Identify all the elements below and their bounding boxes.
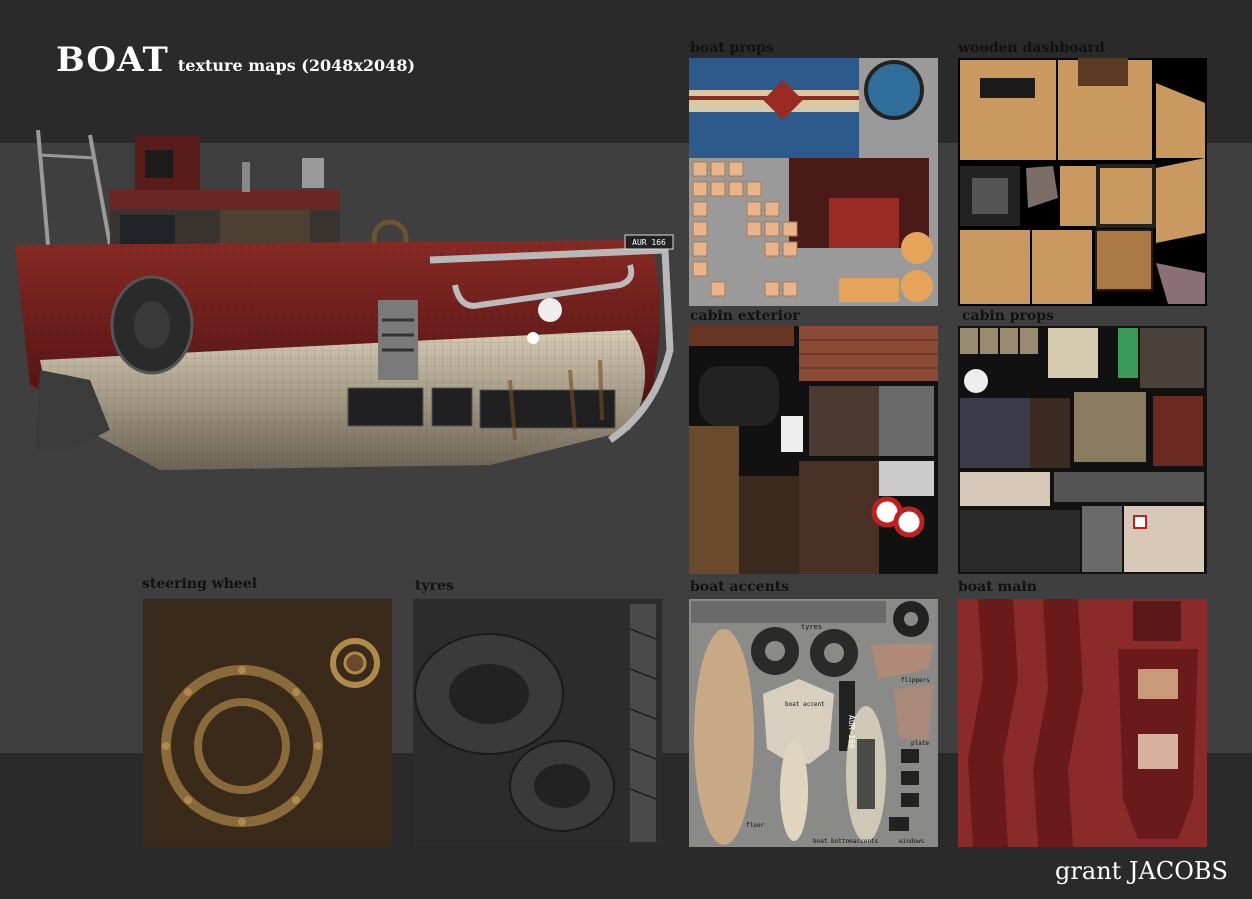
accent-text-floor: floor xyxy=(746,822,764,829)
label-boat-props: boat props xyxy=(690,40,774,56)
texture-boat-main xyxy=(958,599,1207,847)
accent-text-boat-accent: boat accent xyxy=(785,701,825,708)
label-cabin-props: cabin props xyxy=(962,308,1054,324)
texture-boat-props xyxy=(689,58,938,306)
label-boat-accents: boat accents xyxy=(690,579,790,595)
boat-render: AUR 166 xyxy=(15,129,674,470)
texture-boat-accents: tyres AUR 166 boat accent flippers plate… xyxy=(689,599,938,847)
accent-text-tyres: tyres xyxy=(801,623,822,631)
accent-text-boat-bottom: boat bottom xyxy=(813,838,853,845)
texture-tyres xyxy=(413,599,662,847)
label-wooden-dashboard: wooden dashboard xyxy=(958,40,1105,56)
page-title: BOAT texture maps (2048x2048) xyxy=(56,40,415,80)
accent-text-flippers: flippers xyxy=(901,677,930,684)
accent-text-plate-small: plate xyxy=(911,740,929,747)
title-sub: texture maps (2048x2048) xyxy=(177,56,416,75)
accent-text-plate: AUR 166 xyxy=(847,715,856,749)
boat-plate-text: AUR 166 xyxy=(632,238,666,247)
title-main: BOAT xyxy=(56,40,169,80)
author-credit: grant JACOBS xyxy=(1055,857,1228,885)
label-tyres: tyres xyxy=(415,578,454,594)
texture-wooden-dashboard xyxy=(958,58,1207,306)
label-boat-main: boat main xyxy=(958,579,1037,595)
label-cabin-exterior: cabin exterior xyxy=(690,308,800,324)
texture-cabin-exterior xyxy=(689,326,938,574)
texture-cabin-props xyxy=(958,326,1207,574)
accent-text-accents: accents xyxy=(853,838,879,845)
accent-text-windows: windows xyxy=(899,838,925,845)
texture-steering-wheel xyxy=(143,599,392,847)
label-steering-wheel: steering wheel xyxy=(142,576,258,592)
